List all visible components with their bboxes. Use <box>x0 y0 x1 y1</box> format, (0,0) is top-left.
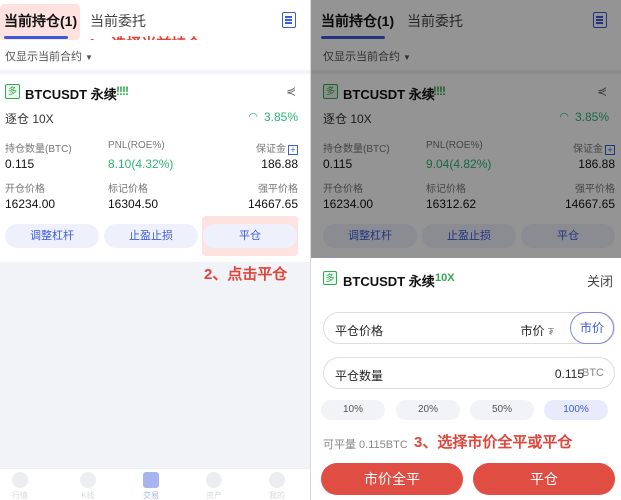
percent-100[interactable]: 100% <box>544 400 608 420</box>
percent-50[interactable]: 50% <box>470 400 534 420</box>
modal-overlay[interactable] <box>311 0 621 258</box>
tpsl-button[interactable]: 止盈止损 <box>104 224 198 248</box>
margin-mode: 逐仓 10X <box>5 112 54 126</box>
liq-price-label: 强平价格 <box>258 184 298 195</box>
sheet-leverage: 10X <box>435 272 455 284</box>
long-badge: 多 <box>5 84 20 99</box>
close-position-sheet: 多 BTCUSDT 永续 10X 关闭 平仓价格 市价 ₮ 市价 平仓数量 0.… <box>311 258 621 500</box>
qty-label: 持仓数量(BTC) <box>5 144 72 155</box>
close-qty-label: 平仓数量 <box>335 369 384 383</box>
adjust-leverage-button[interactable]: 调整杠杆 <box>5 224 99 248</box>
filter-label: 仅显示当前合约 <box>5 51 82 63</box>
close-position-confirm-button[interactable]: 平仓 <box>473 463 615 495</box>
annotation-step2: 2、点击平仓 <box>204 266 288 283</box>
order-history-icon[interactable] <box>282 12 296 28</box>
bottom-nav: 行情 K线 交易 资产 我的 <box>0 468 310 500</box>
open-price-value: 16234.00 <box>5 197 56 211</box>
market-price-button[interactable]: 市价 <box>570 312 614 344</box>
mark-price-value: 16304.50 <box>108 197 159 211</box>
tab-current-orders[interactable]: 当前委托 <box>90 11 146 31</box>
right-screen: 当前持仓(1) 当前委托 仅显示当前合约 ▼ 多 BTCUSDT 永续 !!!! … <box>311 0 621 500</box>
liq-price-value: 14667.65 <box>247 197 298 211</box>
annotation-step3: 3、选择市价全平或平仓 <box>414 434 573 451</box>
close-price-field[interactable]: 平仓价格 市价 ₮ 市价 <box>323 312 615 344</box>
left-screen: 当前持仓(1) 当前委托 1、选择当前持仓 仅显示当前合约▼ 多 BTCUSDT… <box>0 0 310 500</box>
margin-value: 186.88 <box>261 157 298 171</box>
sheet-close-button[interactable]: 关闭 <box>587 271 613 290</box>
pnl-percent: 3.85% <box>263 110 298 124</box>
mark-price-label: 标记价格 <box>108 184 148 195</box>
available-close-qty: 可平量 0.115BTC <box>323 439 408 451</box>
active-tab-underline <box>4 36 68 39</box>
position-card: 多 BTCUSDT 永续 !!!! ⋞ 逐仓 10X ◠ 3.85% 持仓数量(… <box>0 74 310 262</box>
contract-filter[interactable]: 仅显示当前合约 ▼ <box>0 40 310 70</box>
share-icon[interactable]: ⋞ <box>286 84 296 98</box>
add-margin-icon[interactable]: + <box>288 145 298 155</box>
percent-10[interactable]: 10% <box>321 400 385 420</box>
open-price-label: 开仓价格 <box>5 184 45 195</box>
chevron-down-icon: ▼ <box>85 53 93 62</box>
trend-icon: ◠ <box>248 111 258 123</box>
pnl-value: 8.10(4.32%) <box>108 157 174 171</box>
close-price-label: 平仓价格 <box>335 324 384 338</box>
margin-label: 保证金 + <box>256 140 298 155</box>
symbol-name: BTCUSDT 永续 <box>25 87 117 102</box>
qty-value: 0.115 <box>5 157 35 171</box>
signal-bars-icon: !!!! <box>116 84 129 98</box>
percent-20[interactable]: 20% <box>396 400 460 420</box>
market-close-all-button[interactable]: 市价全平 <box>321 463 463 495</box>
tab-current-positions[interactable]: 当前持仓(1) <box>4 11 77 31</box>
close-qty-value: 0.115 <box>554 367 584 381</box>
close-qty-field[interactable]: 平仓数量 0.115 BTC <box>323 357 615 389</box>
close-qty-unit: BTC <box>582 367 604 379</box>
pnl-label: PNL(ROE%) <box>108 140 165 151</box>
long-badge: 多 <box>323 271 337 285</box>
close-price-value: 市价 ₮ <box>520 324 554 338</box>
close-position-button[interactable]: 平仓 <box>203 224 297 248</box>
sheet-symbol: BTCUSDT 永续 <box>343 274 435 289</box>
